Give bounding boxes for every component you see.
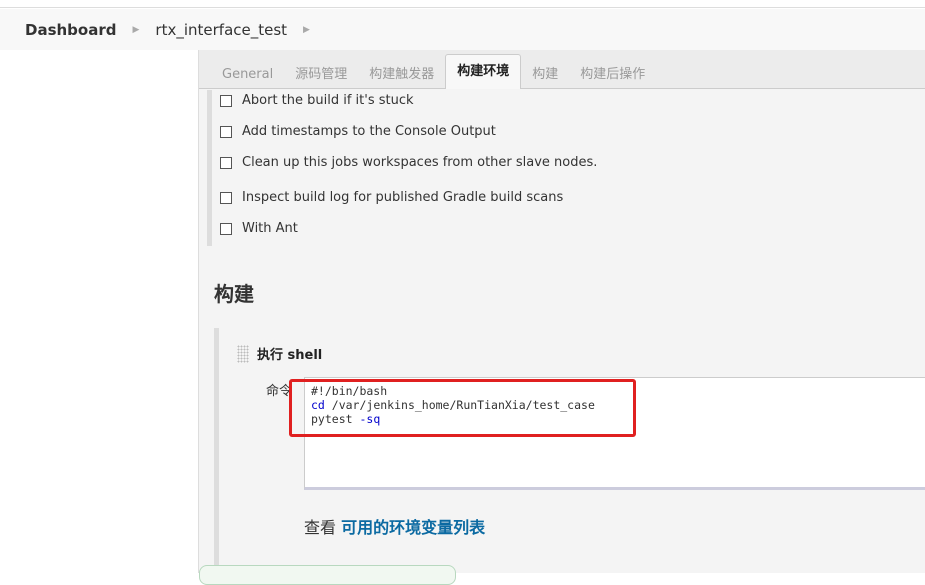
option-with-ant[interactable]: With Ant: [220, 221, 298, 236]
option-abort-stuck[interactable]: Abort the build if it's stuck: [220, 93, 414, 108]
tab-build-env[interactable]: 构建环境: [445, 54, 522, 89]
config-tabs: General 源码管理 构建触发器 构建环境 构建 构建后操作: [199, 50, 925, 89]
build-heading: 构建: [214, 282, 254, 306]
highlight-annotation: [289, 379, 636, 437]
bookmarks-bar: [0, 0, 925, 8]
checkbox[interactable]: [220, 156, 232, 169]
tab-triggers[interactable]: 构建触发器: [358, 55, 445, 88]
env-prefix: 查看: [304, 518, 342, 537]
checkbox[interactable]: [220, 94, 232, 107]
chevron-right-icon[interactable]: ▶: [303, 25, 310, 35]
step-title: 执行 shell: [257, 348, 323, 363]
tab-post-build[interactable]: 构建后操作: [569, 55, 656, 88]
option-gradle-scans[interactable]: Inspect build log for published Gradle b…: [220, 190, 563, 205]
tab-build[interactable]: 构建: [521, 55, 569, 88]
checkbox[interactable]: [220, 125, 232, 138]
tab-general[interactable]: General: [211, 55, 284, 88]
notification-bubble: [199, 565, 456, 585]
build-env-options: Abort the build if it's stuck Add timest…: [207, 90, 597, 246]
drag-handle-icon[interactable]: [237, 344, 249, 363]
breadcrumb: Dashboard ▶ rtx_interface_test ▶: [0, 9, 925, 50]
checkbox[interactable]: [220, 191, 232, 204]
execute-shell-step: 执行 shell 命令 #!/bin/bash cd /var/jenkins_…: [214, 328, 925, 578]
tab-scm[interactable]: 源码管理: [284, 55, 358, 88]
option-timestamps[interactable]: Add timestamps to the Console Output: [220, 124, 496, 139]
breadcrumb-job[interactable]: rtx_interface_test: [155, 21, 287, 39]
checkbox[interactable]: [220, 222, 232, 235]
env-vars-link[interactable]: 可用的环境变量列表: [341, 518, 485, 537]
option-cleanup-workspaces[interactable]: Clean up this jobs workspaces from other…: [220, 155, 597, 170]
config-main: General 源码管理 构建触发器 构建环境 构建 构建后操作 Abort t…: [198, 50, 925, 585]
sidebar: [0, 50, 198, 573]
breadcrumb-dashboard[interactable]: Dashboard: [25, 21, 116, 39]
chevron-right-icon[interactable]: ▶: [132, 25, 139, 35]
